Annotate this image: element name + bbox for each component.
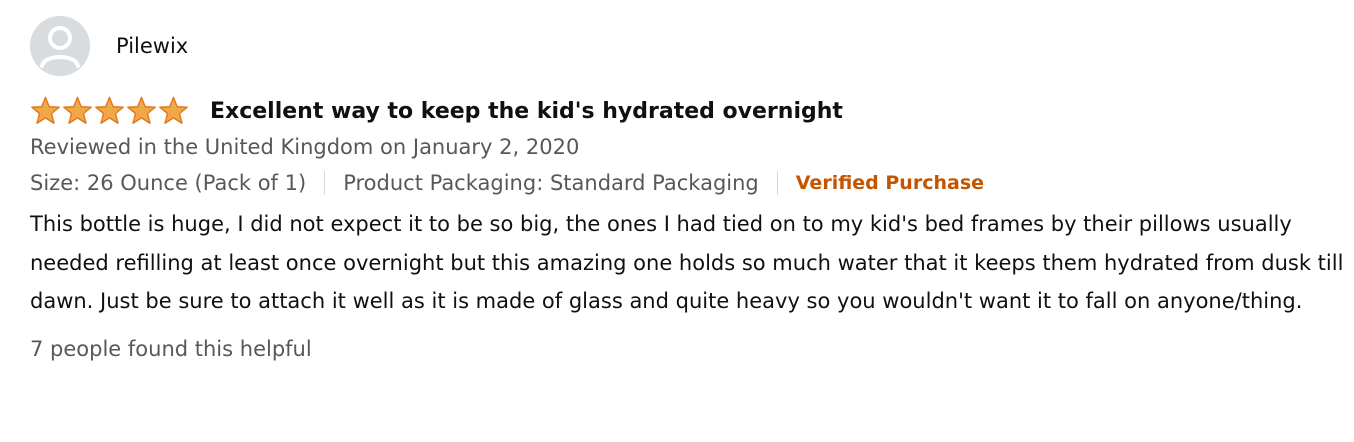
star-icon [95, 96, 124, 124]
reviewer-name[interactable]: Pilewix [116, 34, 188, 58]
star-icon [127, 96, 156, 124]
review-format-strip: Size: 26 Ounce (Pack of 1) Product Packa… [30, 167, 1340, 199]
review-heading: Excellent way to keep the kid's hydrated… [30, 95, 1340, 127]
review-body: This bottle is huge, I did not expect it… [30, 212, 1344, 313]
review-date: Reviewed in the United Kingdom on Januar… [30, 135, 580, 159]
packaging-variant[interactable]: Product Packaging: Standard Packaging [343, 171, 759, 195]
size-variant[interactable]: Size: 26 Ounce (Pack of 1) [30, 171, 306, 195]
divider [776, 171, 778, 195]
default-user-avatar-icon[interactable] [30, 16, 90, 76]
star-icon [63, 96, 92, 124]
star-rating[interactable] [30, 96, 190, 126]
customer-review: Pilewix Excellent way to keep the kid's … [30, 15, 1343, 361]
star-icon [159, 96, 188, 124]
helpful-count: 7 people found this helpful [30, 336, 312, 361]
review-title[interactable]: Excellent way to keep the kid's hydrated… [210, 99, 843, 124]
divider [324, 171, 326, 195]
star-icon [31, 96, 60, 124]
verified-purchase-badge: Verified Purchase [795, 172, 985, 194]
reviewer-profile[interactable]: Pilewix [30, 15, 1340, 77]
